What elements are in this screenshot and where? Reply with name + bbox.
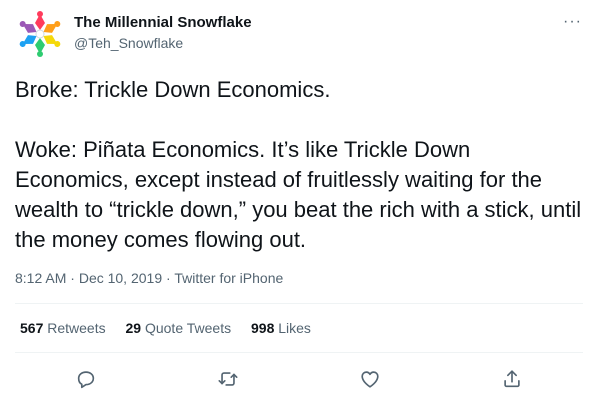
reply-button[interactable]	[71, 364, 101, 394]
tweet-source[interactable]: Twitter for iPhone	[174, 270, 283, 286]
retweet-icon	[218, 372, 238, 386]
retweets-label: Retweets	[47, 320, 106, 336]
likes-count: 998	[251, 320, 275, 336]
tweet-actions	[0, 364, 598, 394]
meta-separator: ·	[162, 270, 175, 286]
tweet-paragraph-1: Broke: Trickle Down Economics.	[15, 77, 331, 102]
avatar[interactable]	[15, 9, 65, 59]
tweet-meta: 8:12 AM · Dec 10, 2019 · Twitter for iPh…	[15, 270, 283, 286]
share-icon	[504, 370, 520, 388]
snowflake-avatar-icon	[15, 9, 65, 59]
tweet-stats: 567 Retweets 29 Quote Tweets 998 Likes	[20, 320, 327, 336]
tweet-text: Broke: Trickle Down Economics. Woke: Piñ…	[15, 75, 585, 255]
quote-tweets-count: 29	[125, 320, 142, 336]
share-button[interactable]	[497, 364, 527, 394]
reply-icon	[77, 371, 95, 389]
quote-tweets-label: Quote Tweets	[144, 320, 232, 336]
author-handle[interactable]: @Teh_Snowflake	[74, 35, 183, 51]
author-name[interactable]: The Millennial Snowflake	[74, 14, 252, 31]
more-icon: ···	[563, 13, 582, 30]
retweet-button[interactable]	[213, 364, 243, 394]
meta-separator: ·	[66, 270, 79, 286]
likes-stat[interactable]: 998 Likes	[251, 320, 311, 336]
like-button[interactable]	[355, 364, 385, 394]
likes-label: Likes	[278, 320, 311, 336]
tweet-date[interactable]: Dec 10, 2019	[79, 270, 162, 286]
retweets-stat[interactable]: 567 Retweets	[20, 320, 106, 336]
like-icon	[361, 371, 379, 388]
retweets-count: 567	[20, 320, 44, 336]
quote-tweets-stat[interactable]: 29 Quote Tweets	[126, 320, 232, 336]
divider	[15, 352, 583, 353]
more-options-button[interactable]: ···	[563, 13, 582, 31]
tweet-paragraph-2: Woke: Piñata Economics. It’s like Trickl…	[15, 137, 582, 252]
divider	[15, 303, 583, 304]
tweet-time[interactable]: 8:12 AM	[15, 270, 66, 286]
